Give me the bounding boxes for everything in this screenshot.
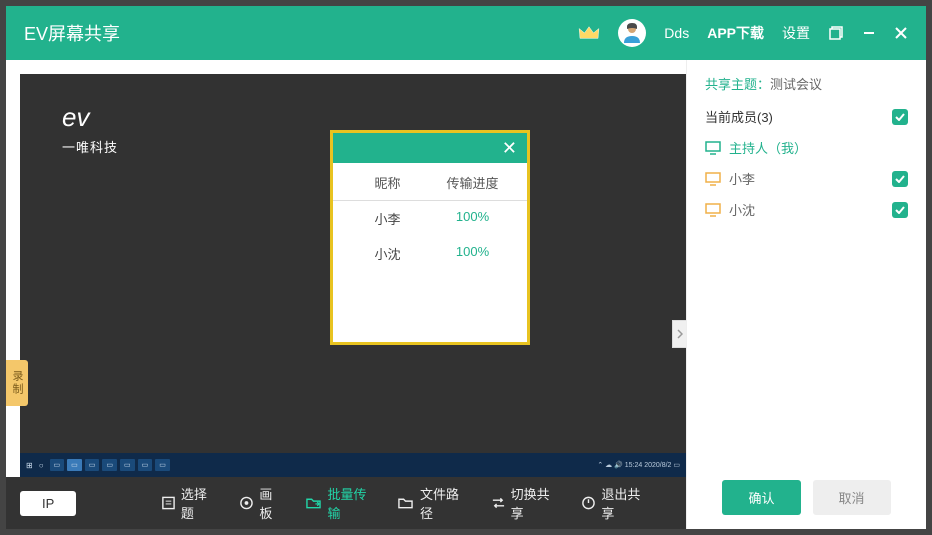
tool-file-path[interactable]: 文件路径 — [398, 484, 469, 522]
username[interactable]: Dds — [664, 25, 689, 41]
record-tab[interactable]: 录制 — [6, 360, 28, 406]
minimize-button[interactable] — [862, 26, 876, 40]
close-button[interactable] — [894, 26, 908, 40]
user-avatar[interactable] — [618, 19, 646, 47]
members-sidebar: 共享主题：测试会议 当前成员(3) 主持人（我） 小李 小沈 — [686, 60, 926, 529]
tool-quiz[interactable]: 选择题 — [161, 484, 217, 522]
title-bar: EV屏幕共享 Dds APP下载 设置 — [6, 6, 926, 60]
monitor-icon — [705, 203, 721, 217]
monitor-icon — [705, 141, 721, 155]
confirm-button[interactable]: 确认 — [722, 480, 800, 515]
members-count-label: 当前成员(3) — [705, 107, 773, 126]
transfer-progress-popup: ✕ 昵称 传输进度 小李 100% 小沈 100% — [330, 130, 530, 345]
ev-logo: ev 一唯科技 — [62, 102, 118, 156]
app-title: EV屏幕共享 — [24, 20, 120, 46]
shared-screen-area: ev 一唯科技 ✕ 昵称 传输进度 小李 100% — [20, 74, 686, 477]
bottom-toolbar: IP 选择题 画板 批量传输 文件路径 — [6, 477, 686, 529]
col-nickname: 昵称 — [345, 173, 430, 192]
tool-exit-share[interactable]: 退出共享 — [581, 484, 650, 522]
sidebar-collapse-handle[interactable] — [672, 320, 686, 348]
remote-taskbar: ⊞ ○ ▭ ▭ ▭ ▭ ▭ ▭ ▭ ⌃ ☁ 🔊 15:24 2020/8/2 ▭ — [20, 453, 686, 477]
select-all-checkbox[interactable] — [892, 109, 908, 125]
tool-whiteboard[interactable]: 画板 — [239, 484, 283, 522]
col-progress: 传输进度 — [430, 173, 515, 192]
transfer-row: 小沈 100% — [333, 236, 527, 271]
member-row-host[interactable]: 主持人（我） — [705, 138, 908, 157]
app-download-link[interactable]: APP下载 — [707, 23, 764, 43]
tool-switch-share[interactable]: 切换共享 — [491, 484, 560, 522]
member-checkbox[interactable] — [892, 171, 908, 187]
monitor-icon — [705, 172, 721, 186]
transfer-row: 小李 100% — [333, 201, 527, 236]
member-row[interactable]: 小沈 — [705, 200, 908, 219]
member-checkbox[interactable] — [892, 202, 908, 218]
tool-batch-transfer[interactable]: 批量传输 — [306, 484, 377, 522]
cancel-button[interactable]: 取消 — [813, 480, 891, 515]
settings-link[interactable]: 设置 — [782, 23, 810, 43]
ip-button[interactable]: IP — [20, 491, 76, 516]
crown-icon[interactable] — [578, 24, 600, 42]
popup-close-icon[interactable]: ✕ — [502, 138, 517, 159]
share-topic-label: 共享主题： — [705, 77, 770, 92]
detach-icon[interactable] — [828, 25, 844, 41]
share-topic-value: 测试会议 — [770, 77, 822, 92]
member-row[interactable]: 小李 — [705, 169, 908, 188]
